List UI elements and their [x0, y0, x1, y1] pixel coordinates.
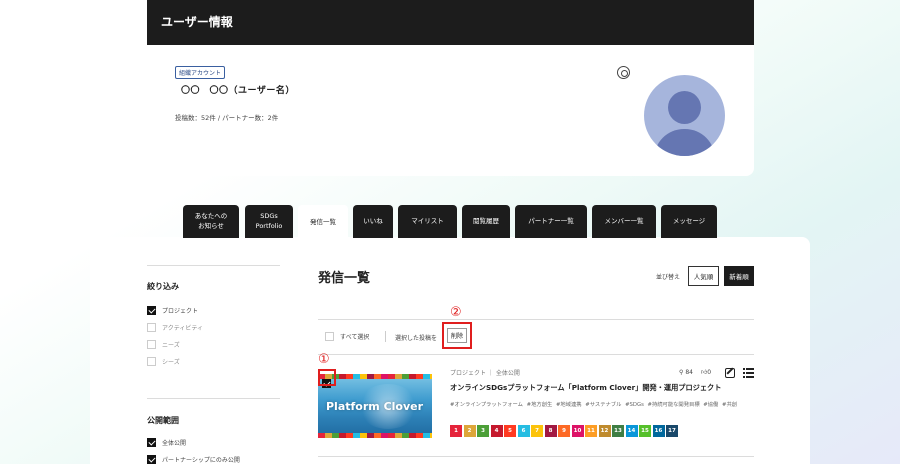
scope-label: 全体公開	[162, 440, 187, 447]
tab-messages[interactable]: メッセージ	[661, 205, 717, 238]
select-all-label: すべて選択	[340, 334, 370, 341]
separator	[385, 331, 386, 342]
filter-title: 絞り込み	[147, 282, 179, 291]
sdg-goal-8: 8	[544, 425, 557, 437]
user-stats: 投稿数：52件 / パートナー数：2件	[175, 114, 279, 122]
avatar	[644, 75, 725, 156]
sdg-goal-4: 4	[490, 425, 503, 437]
checkbox[interactable]	[147, 306, 156, 315]
target-icon[interactable]	[617, 66, 630, 79]
avatar-head-shape	[668, 91, 701, 124]
tab-mylist[interactable]: マイリスト	[398, 205, 457, 238]
tab-sdgs-portfolio[interactable]: SDGs Portfolio	[245, 205, 293, 238]
post-meta: プロジェクト ｜ 全体公開	[450, 370, 520, 377]
sdg-goal-9: 9	[558, 425, 570, 437]
page-title: 発信一覧	[318, 271, 371, 286]
sdg-goal-16: 16	[652, 425, 665, 437]
like-count-value: 0	[707, 369, 712, 376]
post-counts: ⚲ 84 👍︎0	[679, 368, 711, 377]
sdg-goal-3: 3	[477, 425, 489, 437]
tab-history[interactable]: 閲覧履歴	[462, 205, 510, 238]
sdg-goal-11: 11	[585, 425, 597, 437]
sdg-goal-10: 10	[571, 425, 584, 437]
sort-label: 並び替え	[656, 274, 681, 281]
view-count: ⚲ 84	[679, 369, 693, 376]
select-all[interactable]: すべて選択	[325, 332, 369, 341]
divider	[318, 319, 754, 320]
filter-label: シーズ	[162, 359, 180, 366]
filter-label: ニーズ	[162, 342, 180, 349]
edit-icon[interactable]	[725, 368, 735, 378]
sdg-goal-14: 14	[625, 425, 638, 437]
account-type-badge: 組織アカウント	[175, 66, 226, 79]
sdg-goal-1: 1	[450, 425, 462, 437]
filter-needs[interactable]: ニーズ	[147, 340, 180, 349]
divider	[318, 456, 754, 457]
scope-public[interactable]: 全体公開	[147, 438, 186, 447]
annotation-number-1: ①	[318, 352, 330, 367]
filter-seeds[interactable]: シーズ	[147, 357, 180, 366]
sort-popular-button[interactable]: 人気順	[688, 266, 719, 286]
user-info-title: ユーザー情報	[147, 0, 754, 45]
filter-project[interactable]: プロジェクト	[147, 306, 198, 315]
tab-posts[interactable]: 発信一覧	[298, 205, 348, 241]
avatar-body-shape	[654, 129, 715, 156]
like-count: 👍︎0	[701, 368, 711, 376]
sdg-goal-7: 7	[531, 425, 543, 437]
checkbox[interactable]	[147, 438, 156, 447]
annotation-number-2: ②	[450, 305, 462, 320]
username: 〇〇 〇〇（ユーザー名）	[181, 86, 295, 96]
eye-icon: ⚲	[679, 368, 684, 376]
view-count-value: 84	[685, 368, 693, 376]
sdg-goal-15: 15	[639, 425, 651, 437]
thumbnail-title: Platform Clover	[326, 400, 424, 413]
divider	[318, 354, 754, 355]
checkbox[interactable]	[325, 332, 334, 341]
scope-partners-only[interactable]: パートナーシップにのみ公開	[147, 455, 240, 464]
user-info-card: ユーザー情報 組織アカウント 〇〇 〇〇（ユーザー名） 投稿数：52件 / パー…	[147, 0, 754, 176]
tab-notifications[interactable]: あなたへの お知らせ	[183, 205, 239, 238]
checkbox[interactable]	[147, 323, 156, 332]
tab-likes[interactable]: いいね	[353, 205, 393, 238]
divider	[147, 265, 280, 266]
sort-newest-button[interactable]: 新着順	[724, 266, 754, 286]
sdg-goal-2: 2	[463, 425, 476, 437]
annotation-highlight-checkbox	[318, 369, 336, 386]
sdg-goal-13: 13	[612, 425, 624, 437]
sdg-goal-5: 5	[504, 425, 516, 437]
divider	[147, 398, 280, 399]
selected-posts-label: 選択した投稿を	[395, 335, 438, 342]
annotation-highlight-delete	[442, 322, 472, 349]
tab-partners[interactable]: パートナー一覧	[515, 205, 587, 238]
scope-title: 公開範囲	[147, 416, 179, 425]
checkbox[interactable]	[147, 357, 156, 366]
post-title[interactable]: オンラインSDGsプラットフォーム「Platform Clover」開発・運用プ…	[450, 383, 721, 393]
filter-activity[interactable]: アクティビティ	[147, 323, 203, 332]
tab-members[interactable]: メンバー一覧	[592, 205, 656, 238]
scope-label: パートナーシップにのみ公開	[162, 457, 240, 464]
list-icon[interactable]	[743, 367, 754, 378]
checkbox[interactable]	[147, 455, 156, 464]
filter-label: プロジェクト	[162, 308, 199, 315]
post-tags: #オンラインプラットフォーム #地方創生 #地域連携 #サステナブル #SDGs…	[450, 402, 738, 408]
sdg-goal-6: 6	[517, 425, 530, 437]
filter-label: アクティビティ	[162, 325, 203, 332]
sdg-goal-17: 17	[666, 425, 678, 437]
sdg-goals: 1 2 3 4 5 6 7 8 9 10 11 12 13 14 15 16 17	[450, 425, 678, 437]
sdg-goal-12: 12	[598, 425, 611, 437]
sdg-color-strip	[318, 433, 432, 438]
checkbox[interactable]	[147, 340, 156, 349]
